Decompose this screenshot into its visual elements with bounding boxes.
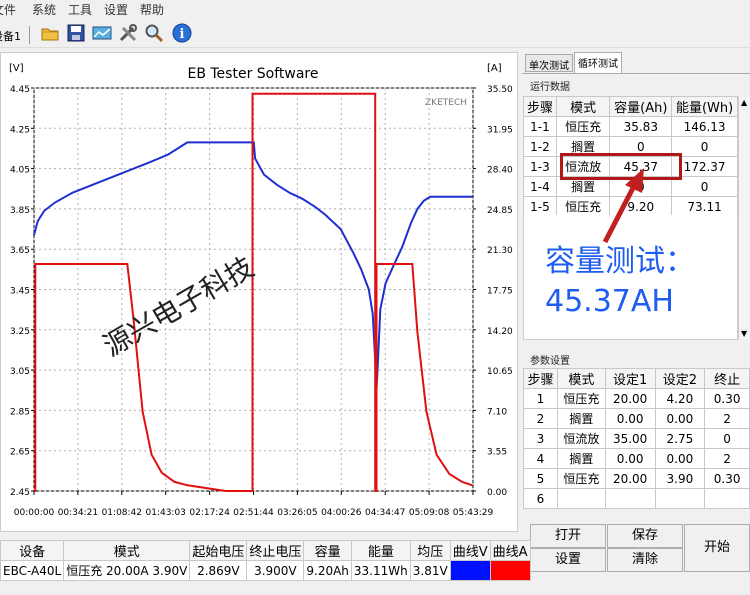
cell: 2.869V	[189, 560, 248, 581]
cell: 恒压充 20.00A 3.90V	[63, 560, 191, 581]
col-header: 起始电压	[189, 540, 248, 561]
device-header-row: 设备 模式 起始电压 终止电压 容量 能量 均压 曲线V 曲线A	[0, 540, 531, 561]
cell: EBC-A40L	[0, 560, 65, 581]
col-header: 终止电压	[246, 540, 305, 561]
col-header: 曲线A	[489, 540, 531, 561]
col-header: 模式	[63, 540, 191, 561]
annotation-line1: 容量测试：	[545, 244, 695, 279]
device-table: 设备 模式 起始电压 终止电压 容量 能量 均压 曲线V 曲线A EBC-A40…	[0, 540, 531, 581]
cell: 3.900V	[246, 560, 305, 581]
col-header: 曲线V	[449, 540, 491, 561]
cell: 3.81V	[409, 560, 451, 581]
col-header: 能量	[350, 540, 411, 561]
col-header: 均压	[409, 540, 451, 561]
cell: 9.20Ah	[303, 560, 352, 581]
cell: 33.11Wh	[350, 560, 411, 581]
current-curve-color-swatch[interactable]	[489, 560, 531, 581]
annotation-line2: 45.37AH	[545, 284, 674, 319]
voltage-curve-color-swatch[interactable]	[449, 560, 491, 581]
table-row[interactable]: EBC-A40L 恒压充 20.00A 3.90V 2.869V 3.900V …	[0, 560, 531, 581]
col-header: 容量	[303, 540, 352, 561]
col-header: 设备	[0, 540, 65, 561]
